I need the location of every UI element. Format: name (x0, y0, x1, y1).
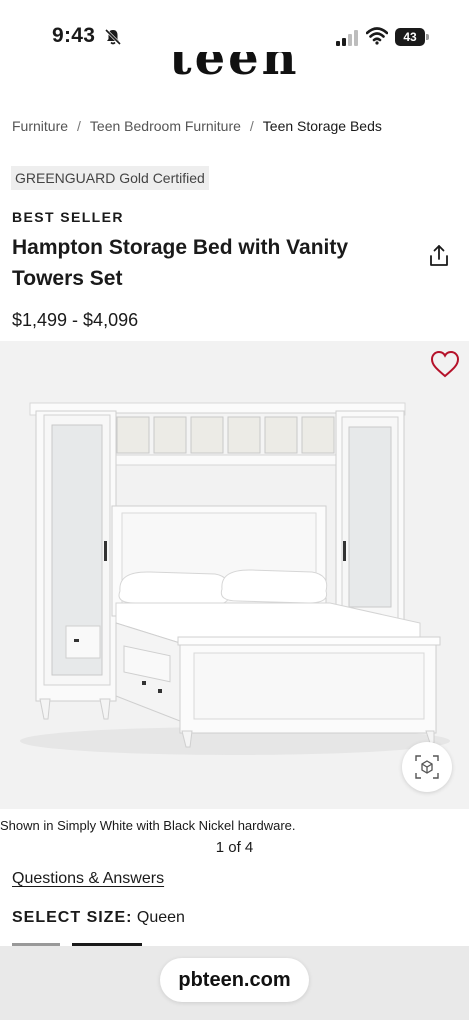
select-size-label: SELECT SIZE: (12, 909, 133, 926)
product-price: $1,499 - $4,096 (12, 310, 139, 330)
selected-size-value: Queen (136, 909, 185, 926)
breadcrumb-separator: / (77, 118, 81, 134)
breadcrumb-teen-storage-beds[interactable]: Teen Storage Beds (263, 118, 382, 134)
certification-badge: GREENGUARD Gold Certified (11, 166, 209, 190)
breadcrumb: Furniture / Teen Bedroom Furniture / Teen St… (12, 118, 382, 134)
share-icon[interactable] (428, 244, 450, 268)
breadcrumb-teen-bedroom-furniture[interactable]: Teen Bedroom Furniture (90, 118, 241, 134)
product-image[interactable] (0, 341, 469, 809)
ar-view-button[interactable] (402, 742, 452, 792)
bed-illustration (20, 402, 450, 755)
wifi-icon (366, 27, 388, 45)
image-caption: Shown in Simply White with Black Nickel … (0, 818, 296, 833)
address-bar[interactable]: pbteen.com (160, 958, 309, 1002)
site-logo-area[interactable]: teen (0, 52, 469, 84)
best-seller-flag: BEST SELLER (12, 209, 124, 225)
battery-indicator: 43 (395, 28, 429, 46)
battery-level: 43 (395, 28, 425, 46)
product-title: Hampton Storage Bed with Vanity Towers S… (12, 236, 349, 290)
select-size-row: SELECT SIZE: Queen (12, 909, 185, 927)
image-counter: 1 of 4 (215, 839, 254, 856)
questions-answers-link[interactable]: Questions & Answers (12, 870, 164, 888)
browser-toolbar: pbteen.com (0, 946, 469, 1020)
status-time: 9:43 (52, 24, 96, 47)
site-logo[interactable]: teen (0, 52, 469, 84)
cellular-signal-icon (336, 30, 358, 46)
favorite-heart-icon[interactable] (430, 350, 460, 378)
breadcrumb-furniture[interactable]: Furniture (12, 118, 68, 134)
battery-tip (426, 34, 429, 40)
bell-off-icon (104, 28, 122, 46)
breadcrumb-separator: / (249, 118, 254, 134)
ar-view-icon (415, 755, 439, 779)
